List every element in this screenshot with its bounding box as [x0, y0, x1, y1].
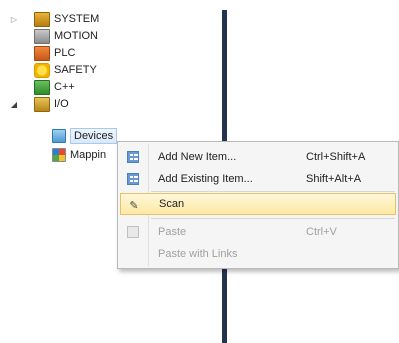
menu-item-label: Scan	[159, 198, 185, 210]
menu-item-label: Paste	[158, 226, 187, 238]
motion-icon	[34, 28, 50, 44]
menu-item-paste[interactable]: Paste Ctrl+V	[120, 221, 396, 243]
tree-item-label: SAFETY	[54, 64, 97, 76]
tree-item-label: SYSTEM	[54, 13, 100, 25]
menu-item-shortcut: Ctrl+Shift+A	[306, 151, 366, 163]
add-existing-item-icon	[126, 172, 140, 186]
context-menu: Add New Item... Ctrl+Shift+A Add Existin…	[117, 141, 399, 269]
tree-item-label: MOTION	[54, 30, 98, 42]
paste-icon	[126, 225, 140, 239]
menu-item-add-new-item[interactable]: Add New Item... Ctrl+Shift+A	[120, 146, 396, 168]
tree-item-motion[interactable]: MOTION	[34, 28, 98, 44]
safety-icon	[34, 62, 50, 78]
tree-item-label: I/O	[54, 98, 69, 110]
devices-icon	[52, 129, 66, 143]
menu-item-paste-with-links[interactable]: Paste with Links	[120, 243, 396, 265]
tree-item-label: C++	[54, 81, 75, 93]
tree-item-io[interactable]: ◢ I/O	[11, 96, 69, 112]
menu-separator	[151, 218, 395, 219]
tree-item-label: PLC	[54, 47, 76, 59]
menu-item-scan[interactable]: ✎ Scan	[120, 193, 396, 215]
tree-item-mappings[interactable]: Mappin	[52, 147, 106, 163]
io-icon	[34, 96, 50, 112]
tree-item-label: Mappin	[70, 149, 107, 161]
menu-item-shortcut: Shift+Alt+A	[306, 173, 362, 185]
add-new-item-icon	[126, 150, 140, 164]
plc-icon	[34, 45, 50, 61]
menu-separator	[151, 191, 395, 192]
menu-item-label: Paste with Links	[158, 248, 238, 260]
menu-item-shortcut: Ctrl+V	[306, 226, 337, 238]
menu-item-add-existing-item[interactable]: Add Existing Item... Shift+Alt+A	[120, 168, 396, 190]
system-icon	[34, 11, 50, 27]
tree-item-plc[interactable]: PLC	[34, 45, 75, 61]
tree-item-label: Devices	[70, 128, 118, 144]
collapse-arrow-icon[interactable]: ◢	[10, 100, 18, 109]
scan-wand-icon: ✎	[129, 199, 139, 212]
tree-item-system[interactable]: ▷ SYSTEM	[11, 11, 100, 27]
tree-item-cpp[interactable]: C++	[34, 79, 75, 95]
tree-item-devices[interactable]: Devices	[52, 128, 118, 144]
expand-arrow-icon[interactable]: ▷	[10, 15, 18, 24]
tree-item-safety[interactable]: SAFETY	[34, 62, 97, 78]
menu-item-label: Add Existing Item...	[158, 173, 253, 185]
menu-item-label: Add New Item...	[158, 151, 237, 163]
mappings-icon	[52, 148, 66, 162]
cpp-icon	[34, 79, 50, 95]
